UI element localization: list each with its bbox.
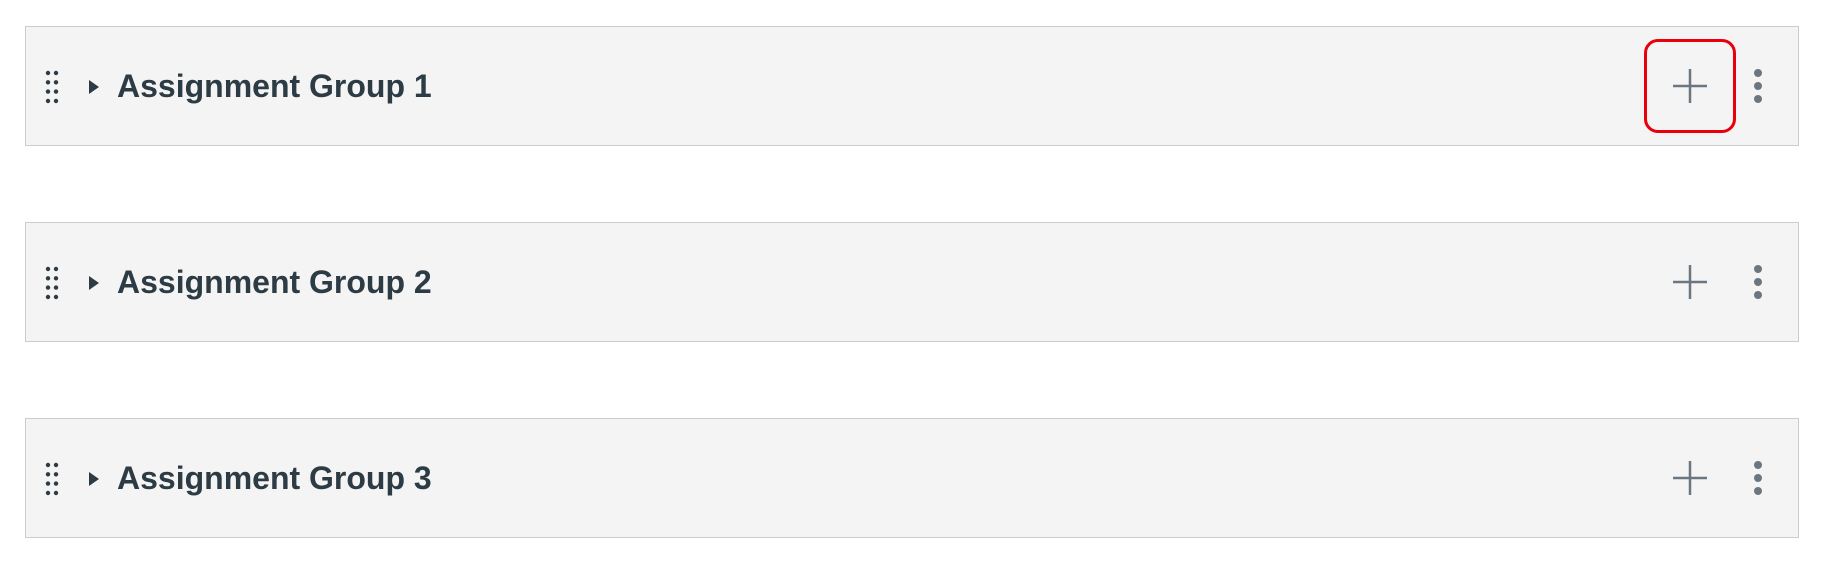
drag-handle-icon[interactable] (45, 70, 59, 104)
group-title: Assignment Group 2 (117, 264, 432, 300)
caret-right-icon[interactable] (84, 469, 104, 489)
drag-handle-icon[interactable] (45, 462, 59, 496)
plus-icon (1673, 69, 1707, 103)
assignment-group-3: Assignment Group 3 (25, 418, 1799, 538)
assignment-group-1: Assignment Group 1 (25, 26, 1799, 146)
add-assignment-button[interactable] (1644, 431, 1736, 525)
kebab-menu-icon (1754, 461, 1762, 495)
kebab-menu-icon (1754, 265, 1762, 299)
add-assignment-button[interactable] (1644, 39, 1736, 133)
caret-right-icon[interactable] (84, 273, 104, 293)
kebab-menu-icon (1754, 69, 1762, 103)
drag-handle-icon[interactable] (45, 266, 59, 300)
plus-icon (1673, 461, 1707, 495)
group-title: Assignment Group 1 (117, 68, 432, 104)
group-options-button[interactable] (1746, 261, 1770, 303)
add-assignment-button[interactable] (1644, 235, 1736, 329)
caret-right-icon[interactable] (84, 77, 104, 97)
assignment-group-2: Assignment Group 2 (25, 222, 1799, 342)
plus-icon (1673, 265, 1707, 299)
group-title: Assignment Group 3 (117, 460, 432, 496)
group-options-button[interactable] (1746, 65, 1770, 107)
group-options-button[interactable] (1746, 457, 1770, 499)
